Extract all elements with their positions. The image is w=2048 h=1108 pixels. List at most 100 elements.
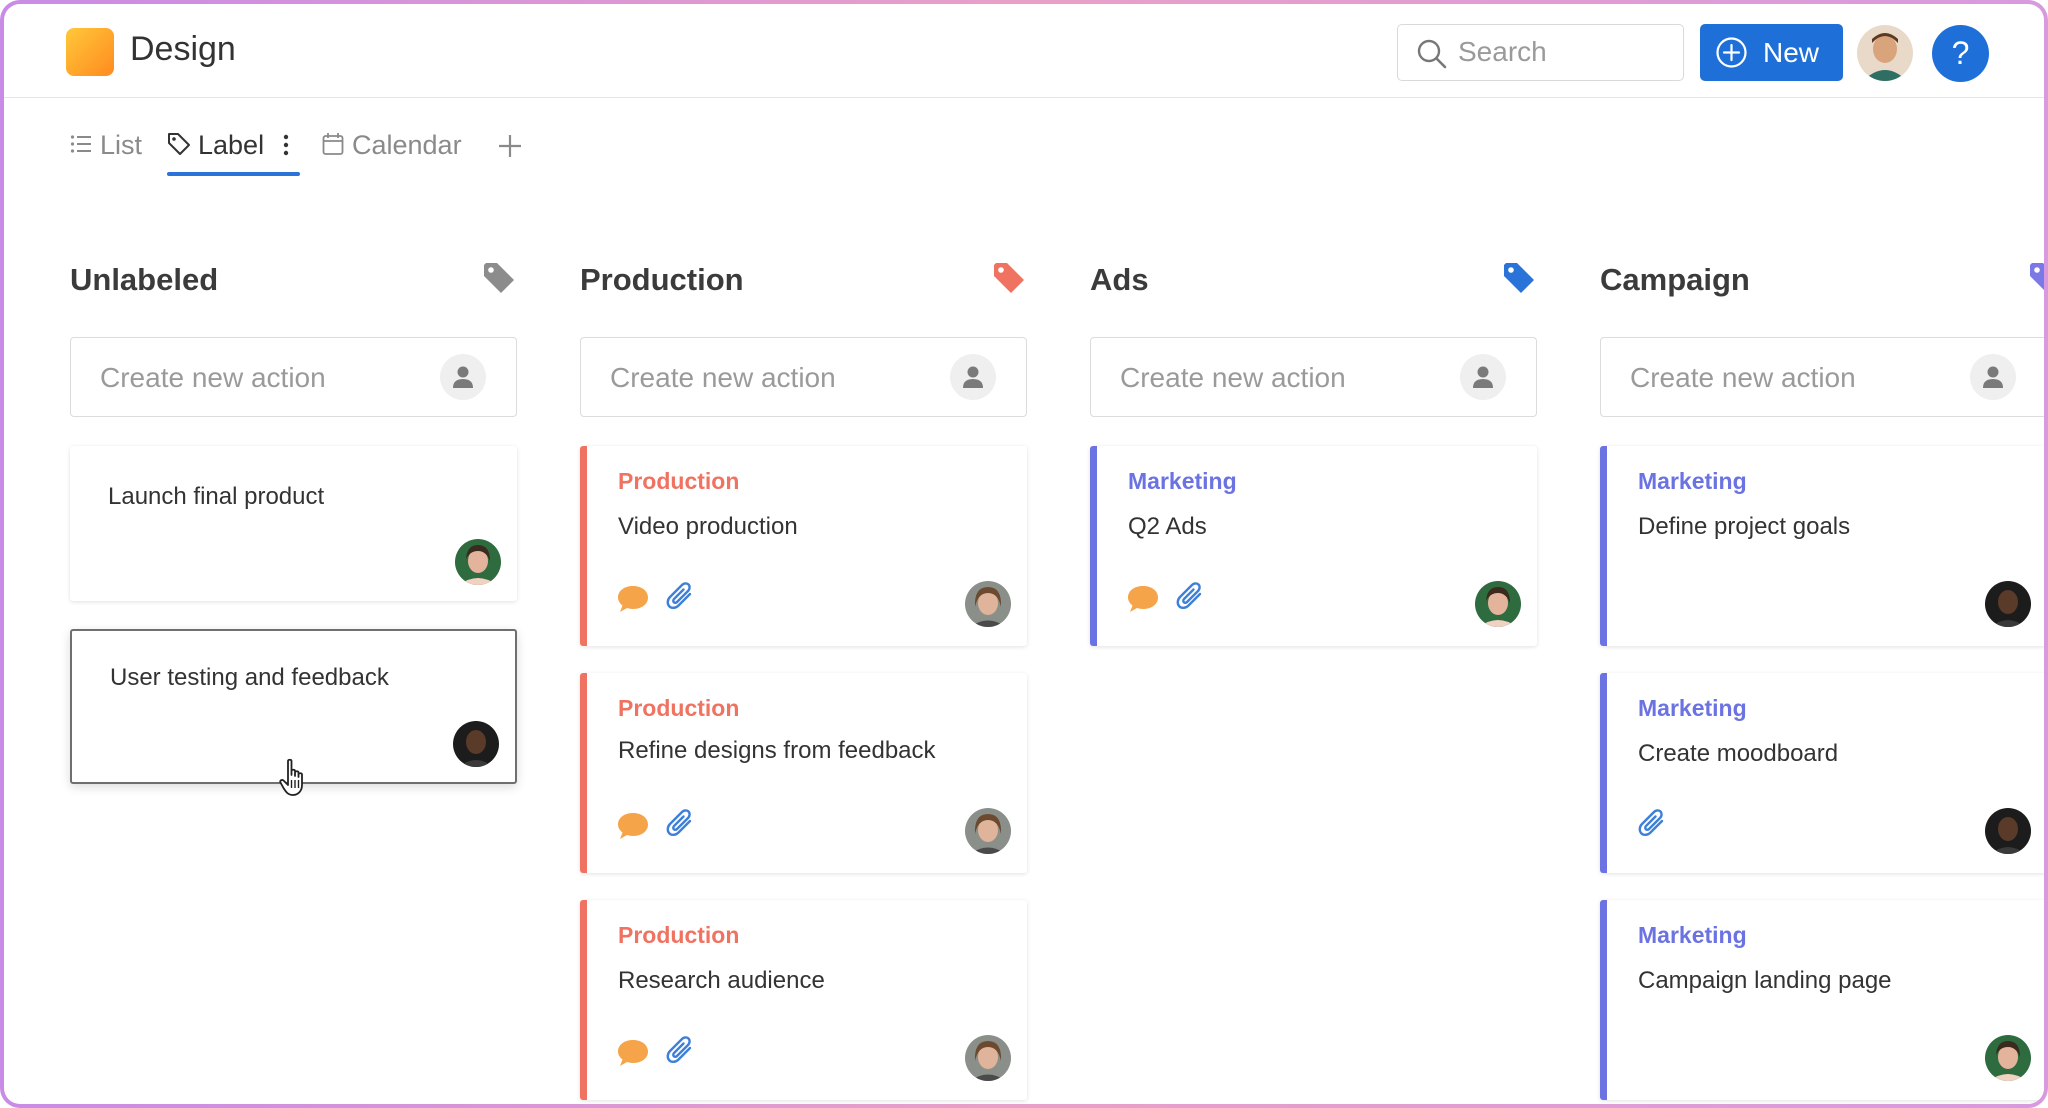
column-title: Production (580, 262, 744, 297)
column-header: Unlabeled (70, 254, 517, 314)
assignee-avatar[interactable] (965, 808, 1011, 854)
card-label: Production (618, 695, 740, 721)
tab-label-text: List (100, 130, 143, 160)
tab-label[interactable]: Label (166, 128, 316, 168)
more-vertical-icon[interactable] (282, 134, 290, 156)
user-avatar[interactable] (1857, 25, 1913, 81)
card-title: Create moodboard (1638, 740, 1839, 767)
avatar-photo-icon (965, 808, 1011, 854)
column-unlabeled: Unlabeled Launch final product User test… (70, 254, 517, 784)
assignee-avatar[interactable] (1985, 581, 2031, 627)
create-action-box[interactable] (70, 337, 517, 417)
tab-calendar[interactable]: Calendar (322, 128, 482, 168)
avatar-photo-icon (1857, 25, 1913, 81)
card-label: Marketing (1638, 922, 1747, 948)
search-input[interactable] (1458, 25, 1668, 79)
attachment-icon[interactable] (664, 1034, 698, 1068)
plus-circle-icon (1716, 37, 1747, 68)
search-icon (1417, 39, 1447, 69)
attachment-icon[interactable] (1636, 807, 1670, 841)
assignee-avatar[interactable] (965, 581, 1011, 627)
create-action-input[interactable] (1120, 358, 1440, 398)
card-title: Research audience (618, 967, 825, 994)
column-production: Production Production Video production (580, 254, 1027, 1100)
avatar-photo-icon (965, 581, 1011, 627)
comment-icon[interactable] (1126, 584, 1160, 614)
task-card[interactable]: Launch final product (70, 446, 517, 601)
assignee-avatar[interactable] (453, 721, 499, 767)
avatar-photo-icon (1985, 581, 2031, 627)
comment-icon[interactable] (616, 811, 650, 841)
new-button-label: New (1763, 37, 1820, 68)
comment-icon[interactable] (616, 1038, 650, 1068)
avatar-photo-icon (455, 539, 501, 585)
task-card[interactable]: Marketing Create moodboard (1600, 673, 2044, 873)
tag-icon[interactable] (2027, 260, 2048, 296)
tab-label-text: Calendar (352, 130, 462, 160)
tag-icon[interactable] (1501, 260, 1537, 296)
assignee-avatar[interactable] (965, 1035, 1011, 1081)
assignee-avatar[interactable] (1985, 808, 2031, 854)
tab-label-text: Label (198, 130, 265, 160)
create-action-input[interactable] (100, 358, 420, 398)
search-box[interactable] (1397, 24, 1684, 81)
card-title: Campaign landing page (1638, 967, 1892, 994)
card-label: Marketing (1638, 468, 1747, 494)
label-color-bar (1090, 446, 1097, 646)
card-label: Marketing (1128, 468, 1237, 494)
label-color-bar (580, 900, 587, 1100)
list-icon (70, 135, 91, 153)
help-button[interactable]: ? (1932, 25, 1989, 82)
avatar-photo-icon (453, 721, 499, 767)
comment-icon[interactable] (616, 584, 650, 614)
tab-list[interactable]: List (70, 128, 150, 168)
task-card[interactable]: Marketing Campaign landing page (1600, 900, 2044, 1100)
user-icon (963, 366, 983, 388)
create-action-input[interactable] (610, 358, 930, 398)
column-header: Ads (1090, 254, 1537, 314)
user-icon (1983, 366, 2003, 388)
card-title: User testing and feedback (110, 664, 389, 691)
avatar-photo-icon (965, 1035, 1011, 1081)
assign-user-button[interactable] (1970, 354, 2016, 400)
avatar-photo-icon (1475, 581, 1521, 627)
task-card[interactable]: Production Research audience (580, 900, 1027, 1100)
user-icon (1473, 366, 1493, 388)
attachment-icon[interactable] (664, 580, 698, 614)
assignee-avatar[interactable] (1475, 581, 1521, 627)
assign-user-button[interactable] (950, 354, 996, 400)
attachment-icon[interactable] (1174, 580, 1208, 614)
tag-icon (168, 133, 190, 155)
column-campaign: Campaign Marketing Define project goals … (1600, 254, 2048, 1100)
create-action-input[interactable] (1630, 358, 1950, 398)
plus-icon (499, 135, 521, 157)
column-header: Campaign (1600, 254, 2048, 314)
assign-user-button[interactable] (440, 354, 486, 400)
create-action-box[interactable] (1090, 337, 1537, 417)
card-title: Define project goals (1638, 513, 1851, 540)
task-card[interactable]: Marketing Define project goals (1600, 446, 2044, 646)
label-color-bar (1600, 673, 1607, 873)
attachment-icon[interactable] (664, 807, 698, 841)
task-card[interactable]: Production Refine designs from feedback (580, 673, 1027, 873)
assignee-avatar[interactable] (455, 539, 501, 585)
add-view-button[interactable] (498, 128, 528, 168)
card-label: Production (618, 922, 740, 948)
task-card[interactable]: Production Video production (580, 446, 1027, 646)
user-icon (453, 366, 473, 388)
tag-icon[interactable] (991, 260, 1027, 296)
task-card[interactable]: Marketing Q2 Ads (1090, 446, 1537, 646)
assignee-avatar[interactable] (1985, 1035, 2031, 1081)
tag-icon[interactable] (481, 260, 517, 296)
assign-user-button[interactable] (1460, 354, 1506, 400)
card-label: Production (618, 468, 740, 494)
active-tab-indicator (167, 172, 300, 176)
column-title: Campaign (1600, 262, 1750, 297)
hand-cursor-icon (279, 758, 303, 796)
create-action-box[interactable] (1600, 337, 2044, 417)
new-button[interactable]: New (1700, 24, 1843, 81)
column-title: Ads (1090, 262, 1149, 297)
create-action-box[interactable] (580, 337, 1027, 417)
label-color-bar (1600, 900, 1607, 1100)
card-label: Marketing (1638, 695, 1747, 721)
